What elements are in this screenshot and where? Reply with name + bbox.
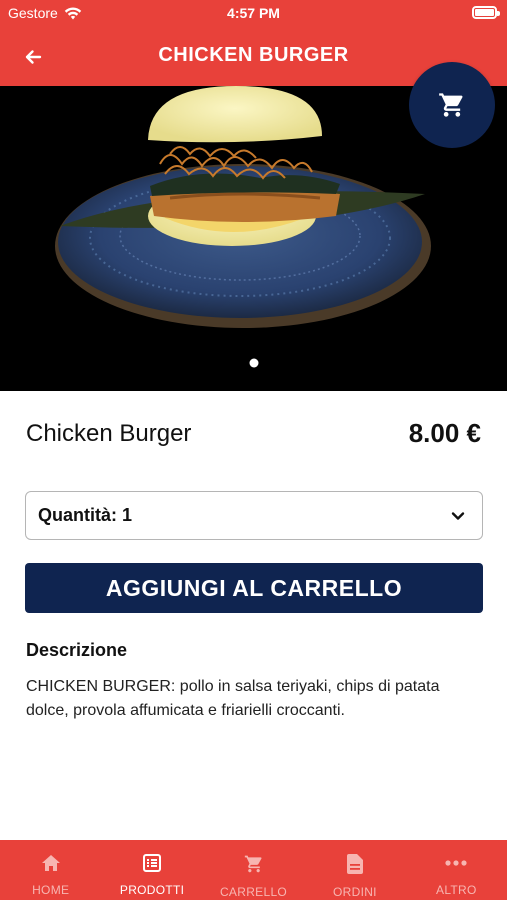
list-icon xyxy=(143,854,162,872)
bottom-tab-bar: HOME PRODOTTI CARRELLO ORDINI ALTRO xyxy=(0,840,507,900)
tab-home[interactable]: HOME xyxy=(0,840,101,900)
document-icon xyxy=(346,854,363,874)
tab-label: ORDINI xyxy=(333,885,377,899)
tab-carrello[interactable]: CARRELLO xyxy=(203,840,304,900)
status-bar: Gestore 4:57 PM xyxy=(0,0,507,28)
description-title: Descrizione xyxy=(26,640,128,660)
quantity-select[interactable]: Quantità: 1 xyxy=(25,491,483,540)
tab-label: ALTRO xyxy=(436,883,477,897)
home-icon xyxy=(41,855,60,871)
tab-label: CARRELLO xyxy=(219,885,288,899)
product-price: 8.00 € xyxy=(408,418,481,448)
tab-label: HOME xyxy=(32,883,70,897)
product-name: Chicken Burger xyxy=(26,420,192,447)
tab-label: PRODOTTI xyxy=(119,883,185,897)
cart-icon xyxy=(244,855,262,873)
tab-prodotti[interactable]: PRODOTTI xyxy=(101,840,202,900)
chevron-down-icon xyxy=(451,512,465,520)
tab-ordini[interactable]: ORDINI xyxy=(304,840,405,900)
description-text: CHICKEN BURGER: pollo in salsa teriyaki,… xyxy=(26,678,440,719)
cart-button[interactable] xyxy=(409,62,495,148)
tab-altro[interactable]: ALTRO xyxy=(406,840,507,900)
shopping-cart-icon xyxy=(439,93,463,117)
page-title: CHICKEN BURGER xyxy=(158,44,349,66)
quantity-label: Quantità: 1 xyxy=(38,505,133,525)
more-icon xyxy=(445,860,467,866)
add-to-cart-button[interactable]: AGGIUNGI AL CARRELLO xyxy=(25,563,483,613)
clock: 4:57 PM xyxy=(227,5,280,21)
battery-icon xyxy=(472,6,500,19)
